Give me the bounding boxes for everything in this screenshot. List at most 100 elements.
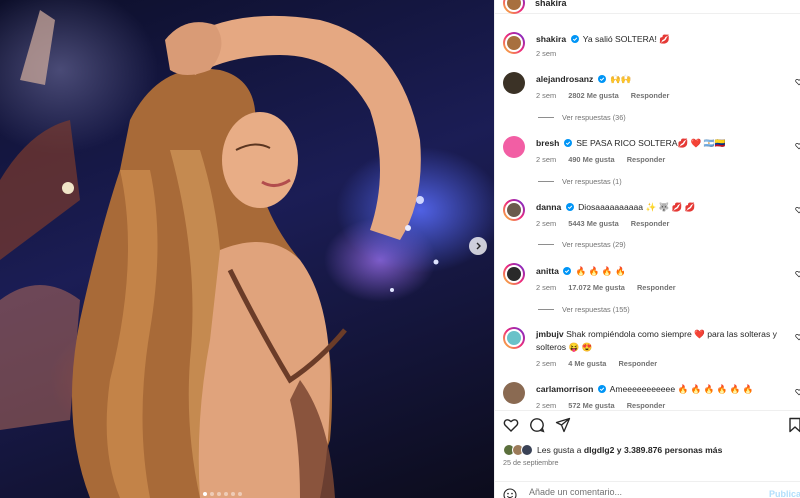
replies-divider	[538, 181, 554, 182]
commenter-avatar[interactable]	[503, 263, 525, 285]
likes-user[interactable]: dlgdlg2	[584, 445, 615, 455]
liker-avatar	[521, 444, 533, 456]
post-actions: Les gusta a dlgdlg2 y 3.389.876 personas…	[495, 410, 800, 498]
comment-text: Ameeeeeeeeeee 🔥 🔥 🔥 🔥 🔥 🔥	[609, 384, 754, 394]
carousel-dot	[231, 492, 235, 496]
post-photo	[0, 0, 494, 498]
comment-icon[interactable]	[529, 417, 545, 433]
caption-avatar[interactable]	[503, 32, 525, 54]
reply-button[interactable]: Responder	[627, 401, 666, 410]
caption-meta: 2 sem	[536, 49, 566, 58]
post-header: shakira	[495, 0, 800, 14]
carousel-dot	[224, 492, 228, 496]
comment-input[interactable]	[529, 487, 749, 497]
view-replies-button[interactable]: Ver respuestas (29)	[538, 240, 626, 249]
reply-button[interactable]: Responder	[627, 155, 666, 164]
comment-meta: 2 sem 4 Me gusta Responder	[536, 359, 667, 368]
comment-like-icon[interactable]	[795, 142, 800, 150]
emoji-icon[interactable]	[503, 488, 517, 498]
comment-likes[interactable]: 4 Me gusta	[568, 359, 606, 368]
photo-illustration	[0, 10, 439, 498]
comment-likes[interactable]: 2802 Me gusta	[568, 91, 619, 100]
comment-text: SE PASA RICO SOLTERA💋 ❤️ 🇦🇷🇨🇴	[576, 138, 726, 148]
comment-time: 2 sem	[536, 219, 557, 228]
share-icon[interactable]	[555, 417, 571, 433]
comment-meta: 2 sem 490 Me gusta Responder	[536, 155, 675, 164]
chevron-right-icon	[476, 242, 481, 250]
view-replies-button[interactable]: Ver respuestas (36)	[538, 113, 626, 122]
next-photo-button[interactable]	[469, 237, 487, 255]
carousel-dots	[203, 492, 242, 496]
comment-like-icon[interactable]	[795, 333, 800, 341]
comment-meta: 2 sem 572 Me gusta Responder	[536, 401, 675, 410]
commenter-avatar[interactable]	[503, 72, 525, 94]
view-replies-button[interactable]: Ver respuestas (155)	[538, 305, 630, 314]
caption-text-block: shakira Ya salió SOLTERA! 💋	[536, 33, 783, 46]
comment-time: 2 sem	[536, 155, 557, 164]
heart-icon[interactable]	[503, 417, 519, 433]
likes-text: Les gusta a dlgdlg2 y 3.389.876 personas…	[537, 445, 722, 455]
add-comment-bar: Publicar	[495, 481, 800, 498]
comment-time: 2 sem	[536, 359, 557, 368]
comment-username[interactable]: anitta	[536, 266, 559, 276]
comment-text: 🙌🙌	[610, 74, 632, 84]
author-avatar[interactable]	[503, 0, 525, 14]
comment-like-icon[interactable]	[795, 78, 800, 86]
comment-username[interactable]: jmbujv	[536, 329, 564, 339]
caption-text: Ya salió SOLTERA! 💋	[582, 34, 671, 44]
comment-time: 2 sem	[536, 91, 557, 100]
post-side-panel: shakira shakira Ya salió SOLTERA! 💋 2 se…	[494, 0, 800, 498]
comment-text: Shak rompiéndola como siempre ❤️ para la…	[536, 329, 777, 352]
comment-meta: 2 sem 17.072 Me gusta Responder	[536, 283, 686, 292]
publish-button[interactable]: Publicar	[769, 489, 800, 498]
comment-text-block: jmbujv Shak rompiéndola como siempre ❤️ …	[536, 328, 783, 354]
caption-time: 2 sem	[536, 49, 557, 58]
commenter-avatar[interactable]	[503, 327, 525, 349]
comments-list[interactable]: shakira Ya salió SOLTERA! 💋 2 sem alejan…	[495, 22, 800, 410]
comment-likes[interactable]: 572 Me gusta	[568, 401, 614, 410]
reply-button[interactable]: Responder	[631, 91, 670, 100]
comment-username[interactable]: danna	[536, 202, 561, 212]
comment-like-icon[interactable]	[795, 388, 800, 396]
comment-text-block: carlamorrison Ameeeeeeeeeee 🔥 🔥 🔥 🔥 🔥 🔥	[536, 383, 783, 396]
likes-summary[interactable]: Les gusta a dlgdlg2 y 3.389.876 personas…	[503, 444, 722, 456]
comment-username[interactable]: alejandrosanz	[536, 74, 593, 84]
verified-badge-icon	[570, 35, 579, 43]
comment-text-block: alejandrosanz 🙌🙌	[536, 73, 783, 86]
caption-username[interactable]: shakira	[536, 34, 566, 44]
comment-like-icon[interactable]	[795, 270, 800, 278]
comment-text: 🔥 🔥 🔥 🔥	[575, 266, 626, 276]
comment-likes[interactable]: 5443 Me gusta	[568, 219, 619, 228]
comment-username[interactable]: bresh	[536, 138, 559, 148]
comment-text-block: anitta 🔥 🔥 🔥 🔥	[536, 265, 783, 278]
author-username[interactable]: shakira	[535, 0, 567, 8]
carousel-dot	[238, 492, 242, 496]
verified-badge-icon	[563, 267, 572, 275]
carousel-dot	[217, 492, 221, 496]
view-replies-button[interactable]: Ver respuestas (1)	[538, 177, 622, 186]
commenter-avatar[interactable]	[503, 199, 525, 221]
comment-time: 2 sem	[536, 401, 557, 410]
comment-text: Diosaaaaaaaaaa ✨ 🐺 💋 💋	[578, 202, 696, 212]
reply-button[interactable]: Responder	[631, 219, 670, 228]
commenter-avatar[interactable]	[503, 382, 525, 404]
reply-button[interactable]: Responder	[618, 359, 657, 368]
bookmark-icon[interactable]	[787, 417, 800, 433]
verified-badge-icon	[597, 385, 606, 393]
verified-badge-icon	[565, 203, 574, 211]
comment-username[interactable]: carlamorrison	[536, 384, 593, 394]
comment-likes[interactable]: 490 Me gusta	[568, 155, 614, 164]
verified-badge-icon	[563, 139, 572, 147]
likes-suffix[interactable]: y 3.389.876 personas más	[617, 445, 723, 455]
comment-meta: 2 sem 5443 Me gusta Responder	[536, 219, 679, 228]
reply-button[interactable]: Responder	[637, 283, 676, 292]
comment-like-icon[interactable]	[795, 206, 800, 214]
view-replies-label: Ver respuestas (29)	[562, 240, 626, 249]
comment-meta: 2 sem 2802 Me gusta Responder	[536, 91, 679, 100]
commenter-avatar[interactable]	[503, 136, 525, 158]
carousel-dot	[210, 492, 214, 496]
comment-text-block: bresh SE PASA RICO SOLTERA💋 ❤️ 🇦🇷🇨🇴	[536, 137, 783, 150]
carousel-dot	[203, 492, 207, 496]
comment-time: 2 sem	[536, 283, 557, 292]
comment-likes[interactable]: 17.072 Me gusta	[568, 283, 625, 292]
